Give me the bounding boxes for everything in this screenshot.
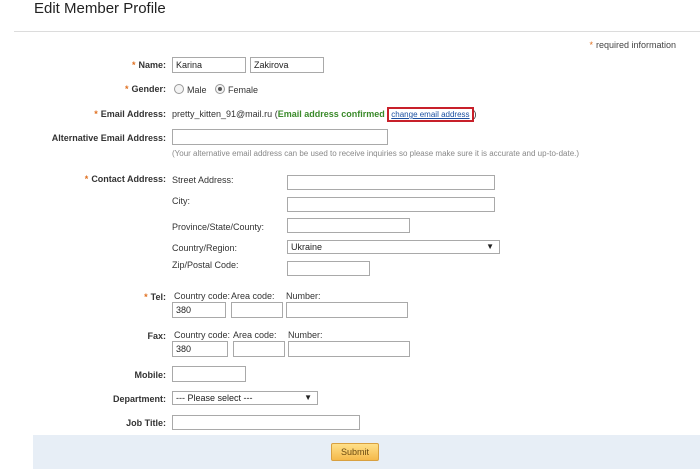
divider: [14, 31, 700, 32]
mobile-input[interactable]: [172, 366, 246, 382]
gender-label: * Gender:: [125, 84, 166, 94]
department-select[interactable]: --- Please select --- ▼: [172, 391, 318, 405]
page-title: Edit Member Profile: [34, 0, 166, 17]
required-star: *: [589, 40, 593, 50]
city-input[interactable]: [287, 197, 495, 212]
chevron-down-icon: ▼: [486, 242, 494, 251]
gender-options: Male Female: [168, 84, 258, 95]
required-star: *: [131, 60, 136, 70]
email-confirmed-status: Email address confirmed: [277, 109, 385, 119]
department-label: Department:: [112, 394, 166, 404]
street-label: Street Address:: [172, 175, 234, 185]
required-star: *: [124, 84, 129, 94]
street-input[interactable]: [287, 175, 495, 190]
tel-number-input[interactable]: [286, 302, 408, 318]
contact-address-label: * Contact Address:: [85, 174, 166, 184]
zip-input[interactable]: [287, 261, 370, 276]
province-input[interactable]: [287, 218, 410, 233]
gender-female-label: Female: [228, 85, 259, 95]
mobile-label: Mobile:: [134, 370, 167, 380]
email-row: pretty_kitten_91@mail.ru (Email address …: [172, 107, 477, 122]
tel-area-code-input[interactable]: [231, 302, 283, 318]
job-title-input[interactable]: [172, 415, 360, 430]
first-name-input[interactable]: [172, 57, 246, 73]
name-label: * Name:: [132, 60, 166, 70]
fax-country-code-input[interactable]: [172, 341, 228, 357]
zip-label: Zip/Postal Code:: [172, 260, 239, 270]
tel-country-code-input[interactable]: [172, 302, 226, 318]
required-info-text: required information: [595, 40, 676, 50]
country-label: Country/Region:: [172, 243, 238, 253]
gender-male-label: Male: [187, 85, 207, 95]
tel-country-code-label: Country code:: [174, 291, 231, 301]
alt-email-note: (Your alternative email address can be u…: [172, 149, 580, 158]
tel-number-label: Number:: [286, 291, 321, 301]
tel-label: * Tel:: [144, 292, 166, 302]
country-selected-value: Ukraine: [291, 242, 323, 252]
required-star: *: [144, 292, 148, 302]
tel-label-text: Tel:: [150, 292, 166, 302]
gender-label-text: Gender:: [131, 84, 166, 94]
fax-country-code-label: Country code:: [174, 330, 231, 340]
department-selected-value: --- Please select ---: [176, 393, 253, 403]
fax-number-input[interactable]: [288, 341, 410, 357]
submit-button[interactable]: Submit: [331, 443, 379, 461]
email-label: * Email Address:: [94, 109, 166, 119]
job-title-label: Job Title:: [126, 418, 166, 428]
last-name-input[interactable]: [250, 57, 324, 73]
fax-area-code-label: Area code:: [233, 330, 277, 340]
chevron-down-icon: ▼: [304, 393, 312, 402]
country-select[interactable]: Ukraine ▼: [287, 240, 500, 254]
email-label-text: Email Address:: [100, 109, 166, 119]
alt-email-label: Alternative Email Address:: [51, 133, 166, 143]
paren-close: ): [473, 109, 477, 119]
radio-female-icon[interactable]: [215, 84, 226, 94]
province-label: Province/State/County:: [172, 222, 265, 232]
fax-number-label: Number:: [288, 330, 323, 340]
city-label: City:: [172, 196, 190, 206]
name-label-text: Name:: [138, 60, 166, 70]
fax-area-code-input[interactable]: [233, 341, 285, 357]
email-value: pretty_kitten_91@mail.ru: [172, 109, 273, 119]
required-info-note: * required information: [589, 40, 676, 50]
fax-label: Fax:: [147, 331, 166, 341]
radio-male-icon[interactable]: [174, 84, 184, 94]
tel-area-code-label: Area code:: [231, 291, 275, 301]
required-star: *: [94, 109, 98, 119]
required-star: *: [84, 174, 89, 184]
change-email-link[interactable]: change email address: [387, 107, 474, 122]
contact-address-label-text: Contact Address:: [91, 174, 166, 184]
alt-email-input[interactable]: [172, 129, 388, 145]
